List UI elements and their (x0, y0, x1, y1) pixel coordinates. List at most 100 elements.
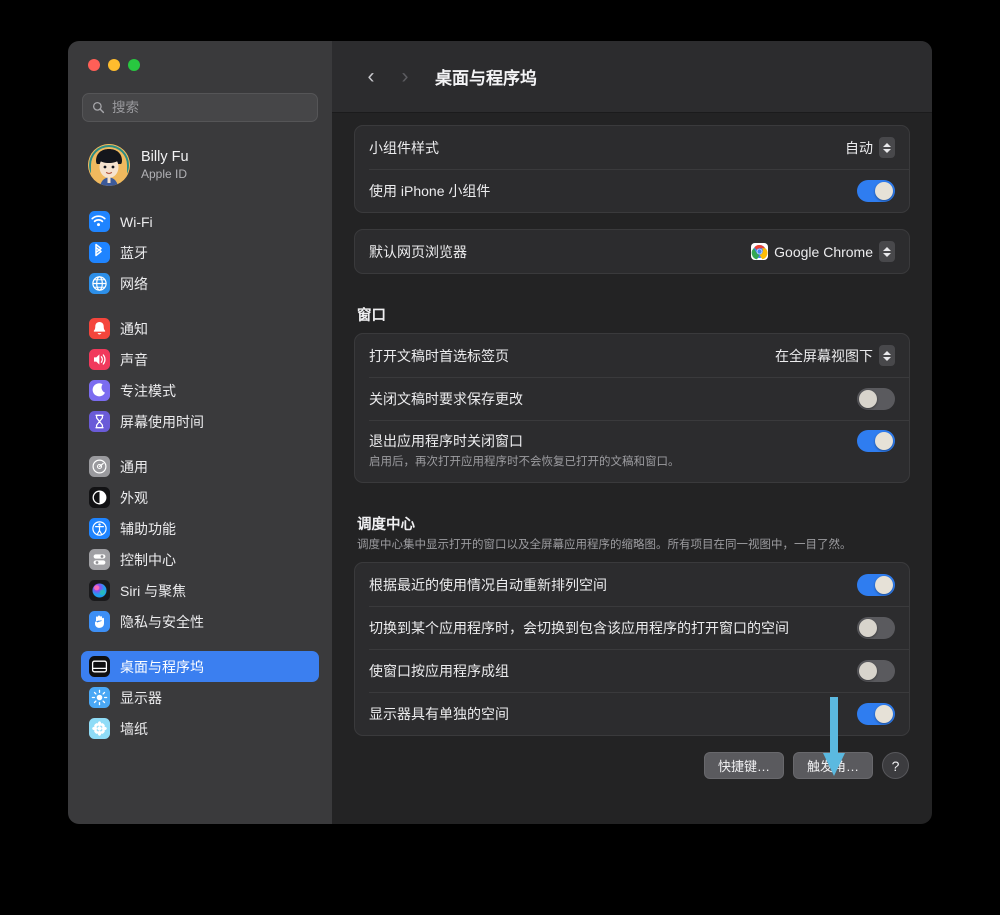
close-window-button[interactable] (88, 59, 100, 71)
sidebar-item-外观[interactable]: 外观 (81, 482, 319, 513)
default-browser-card: 默认网页浏览器 Google Chrome (354, 229, 910, 274)
sidebar-item-通知[interactable]: 通知 (81, 313, 319, 344)
sidebar-item-桌面与程序坞[interactable]: 桌面与程序坞 (81, 651, 319, 682)
chevron-updown-icon (879, 345, 895, 366)
popup-value: 在全屏幕视图下 (775, 347, 873, 364)
window-section-heading: 窗口 (357, 308, 386, 324)
row-switch-to-space-with-windows[interactable]: 切换到某个应用程序时，会切换到包含该应用程序的打开窗口的空间 (355, 606, 909, 649)
sidebar-item-label: 声音 (120, 351, 148, 368)
row-label: 退出应用程序时关闭窗口 (369, 433, 523, 449)
sidebar-item-label: 外观 (120, 489, 148, 506)
sidebar-item-显示器[interactable]: 显示器 (81, 682, 319, 713)
mission-control-heading: 调度中心 (357, 516, 415, 533)
sidebar-item-label: 显示器 (120, 689, 162, 706)
keyboard-shortcuts-button[interactable]: 快捷键… (703, 752, 784, 780)
sidebar-item-墙纸[interactable]: 墙纸 (81, 713, 319, 744)
privacy-hand-icon (89, 611, 110, 632)
bluetooth-icon (89, 242, 110, 263)
focus-moon-icon (89, 380, 110, 401)
sound-speaker-icon (89, 349, 110, 370)
sidebar-group-1: 通知声音专注模式 屏幕使用时间 (78, 313, 322, 437)
control-center-icon (89, 549, 110, 570)
sidebar-groups: Wi-Fi 蓝牙 网络通知声音专注模式 屏幕使用时间通用外观辅助功能控制中心 Siri … (78, 206, 322, 744)
traffic-lights (78, 41, 322, 71)
sidebar-item-label: 通用 (120, 458, 148, 475)
sidebar-item-辅助功能[interactable]: 辅助功能 (81, 513, 319, 544)
search-input[interactable] (112, 100, 308, 115)
row-group-windows-by-app[interactable]: 使窗口按应用程序成组 (355, 649, 909, 692)
sidebar-item-隐私与安全性[interactable]: 隐私与安全性 (81, 606, 319, 637)
detail-titlebar: ‹ › 桌面与程序坞 (332, 41, 932, 113)
sidebar-item-label: Siri 与聚焦 (120, 582, 187, 599)
row-label: 小组件样式 (369, 139, 439, 156)
use-iphone-widgets-toggle[interactable] (857, 179, 895, 202)
appearance-contrast-icon (89, 487, 110, 508)
displays-have-separate-spaces-toggle[interactable] (857, 702, 895, 725)
row-label: 使窗口按应用程序成组 (369, 662, 509, 679)
switch-to-space-with-windows-toggle[interactable] (857, 616, 895, 639)
row-prefer-tabs[interactable]: 打开文稿时首选标签页 在全屏幕视图下 (355, 334, 909, 377)
sidebar-item-蓝牙[interactable]: 蓝牙 (81, 237, 319, 268)
sidebar-item-声音[interactable]: 声音 (81, 344, 319, 375)
close-windows-on-quit-toggle[interactable] (857, 430, 895, 452)
popup-value: 自动 (845, 139, 873, 156)
row-label: 使用 iPhone 小组件 (369, 182, 491, 199)
row-label: 根据最近的使用情况自动重新排列空间 (369, 576, 607, 593)
sidebar-item-label: 辅助功能 (120, 520, 176, 537)
widget-style-popup[interactable]: 自动 (845, 137, 895, 158)
sidebar-item-label: Wi-Fi (120, 213, 153, 230)
minimize-window-button[interactable] (108, 59, 120, 71)
window-card: 打开文稿时首选标签页 在全屏幕视图下 关闭文稿时要求保存更改 退出应用程序时关闭… (354, 333, 910, 483)
sidebar-item-label: 墙纸 (120, 720, 148, 737)
siri-icon (89, 580, 110, 601)
sidebar-item-label: 隐私与安全性 (120, 613, 204, 630)
group-windows-by-app-toggle[interactable] (857, 659, 895, 682)
sidebar-item-label: 控制中心 (120, 551, 176, 568)
wallpaper-flower-icon (89, 718, 110, 739)
forward-button[interactable]: › (388, 60, 422, 94)
accessibility-icon (89, 518, 110, 539)
sidebar-group-2: 通用外观辅助功能控制中心 Siri 与聚焦 隐私与安全性 (78, 451, 322, 637)
sidebar-item-Siri 与聚焦[interactable]: Siri 与聚焦 (81, 575, 319, 606)
sidebar-item-通用[interactable]: 通用 (81, 451, 319, 482)
row-ask-keep-changes[interactable]: 关闭文稿时要求保存更改 (355, 377, 909, 420)
sidebar-item-label: 桌面与程序坞 (120, 658, 204, 675)
general-gear-icon (89, 456, 110, 477)
account-subtitle: Apple ID (141, 166, 188, 181)
account-row[interactable]: Billy Fu Apple ID (82, 138, 318, 192)
search-box[interactable] (82, 93, 318, 122)
system-settings-window: Billy Fu Apple ID Wi-Fi 蓝牙网络通知声音专注模式屏幕使用时… (68, 41, 932, 824)
row-widget-style[interactable]: 小组件样式 自动 (355, 126, 909, 169)
zoom-window-button[interactable] (128, 59, 140, 71)
sidebar-item-专注模式[interactable]: 专注模式 (81, 375, 319, 406)
row-sublabel: 启用后，再次打开应用程序时不会恢复已打开的文稿和窗口。 (369, 456, 680, 468)
popup-value: Google Chrome (774, 243, 873, 260)
settings-scroll-area[interactable]: 小组件样式 自动 使用 iPhone 小组件 默认网页浏览器 Google Ch… (332, 113, 932, 824)
default-browser-popup[interactable]: Google Chrome (751, 241, 895, 262)
row-default-browser[interactable]: 默认网页浏览器 Google Chrome (355, 230, 909, 273)
help-button[interactable]: ? (882, 752, 909, 780)
row-displays-have-separate-spaces[interactable]: 显示器具有单独的空间 (355, 692, 909, 735)
row-label: 显示器具有单独的空间 (369, 705, 509, 722)
sidebar-item-Wi-Fi[interactable]: Wi-Fi (81, 206, 319, 237)
row-auto-rearrange-spaces[interactable]: 根据最近的使用情况自动重新排列空间 (355, 563, 909, 606)
chevron-updown-icon (879, 241, 895, 262)
hot-corners-button[interactable]: 触发角… (792, 752, 873, 780)
sidebar: Billy Fu Apple ID Wi-Fi 蓝牙网络通知声音专注模式屏幕使用时… (68, 41, 332, 824)
row-label: 默认网页浏览器 (369, 243, 467, 260)
auto-rearrange-spaces-toggle[interactable] (857, 573, 895, 596)
sidebar-item-屏幕使用时间[interactable]: 屏幕使用时间 (81, 406, 319, 437)
page-title: 桌面与程序坞 (435, 69, 537, 88)
account-name: Billy Fu (141, 149, 189, 166)
sidebar-item-网络[interactable]: 网络 (81, 268, 319, 299)
ask-keep-changes-toggle[interactable] (857, 387, 895, 410)
displays-brightness-icon (89, 687, 110, 708)
back-button[interactable]: ‹ (354, 60, 388, 94)
prefer-tabs-popup[interactable]: 在全屏幕视图下 (775, 345, 895, 366)
row-label: 关闭文稿时要求保存更改 (369, 390, 523, 407)
row-close-windows-on-quit[interactable]: 退出应用程序时关闭窗口 启用后，再次打开应用程序时不会恢复已打开的文稿和窗口。 (355, 420, 909, 482)
row-label: 切换到某个应用程序时，会切换到包含该应用程序的打开窗口的空间 (369, 619, 789, 636)
screen-time-hourglass-icon (89, 411, 110, 432)
sidebar-item-控制中心[interactable]: 控制中心 (81, 544, 319, 575)
row-use-iphone-widgets[interactable]: 使用 iPhone 小组件 (355, 169, 909, 212)
